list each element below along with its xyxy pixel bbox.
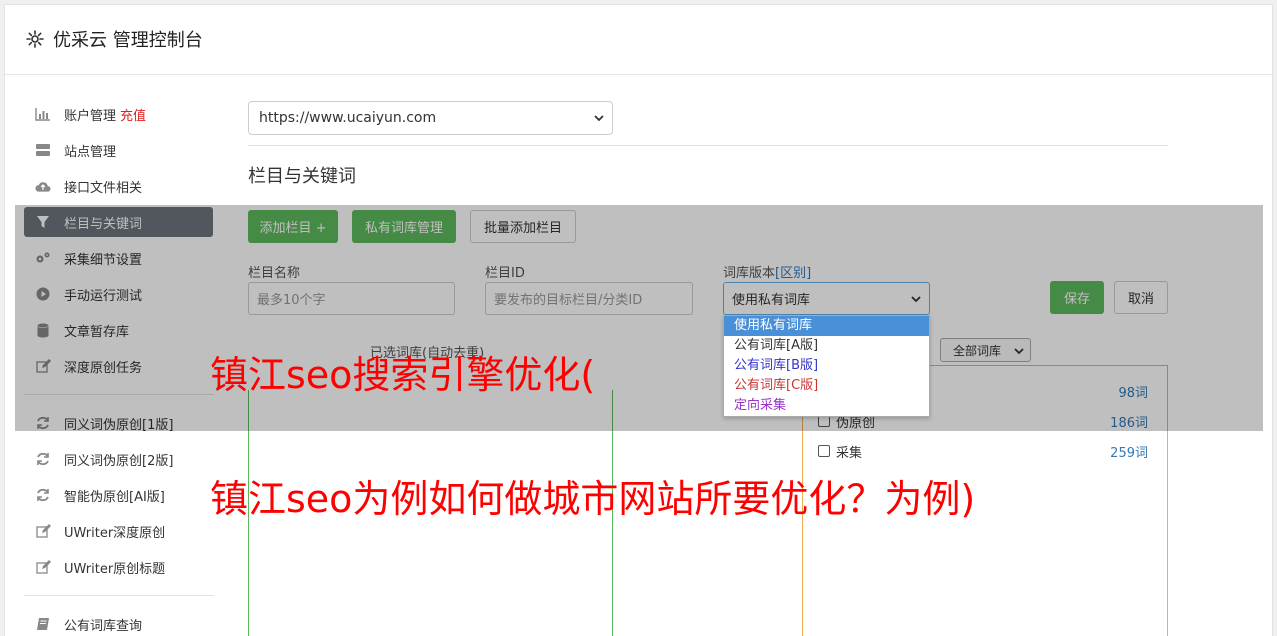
lib-version-dropdown[interactable]: 使用私有词库 公有词库[A版] 公有词库[B版] 公有词库[C版] 定向采集 [723,315,930,417]
headline-line-2: 镇江seo为例如何做城市网站所要优化？为例) [210,477,976,521]
sidebar-item-synonym-v2[interactable]: 同义词伪原创[2版] [24,444,213,474]
site-select-value: https://www.ucaiyun.com [259,110,437,126]
dropdown-option-public-c[interactable]: 公有词库[C版] [724,376,929,396]
recharge-link[interactable]: 充值 [120,105,146,124]
section-divider [248,145,1168,146]
sidebar-item-sites[interactable]: 站点管理 [24,135,213,165]
edit-icon [35,559,51,575]
dropdown-option-public-a[interactable]: 公有词库[A版] [724,336,929,356]
sidebar-item-label: 站点管理 [64,144,117,160]
lib-row[interactable]: 采集 259词 [818,442,1148,462]
section-title: 栏目与关键词 [248,166,356,187]
sidebar-item-public-lib[interactable]: 公有词库查询 [24,609,213,636]
bar-chart-icon [35,106,51,122]
lib-row-name: 采集 [836,446,863,461]
sidebar-item-api-files[interactable]: 接口文件相关 [24,171,213,201]
refresh-icon [35,487,51,503]
sidebar-item-uwriter-deep[interactable]: UWriter深度原创 [24,516,213,546]
sidebar-item-label: 同义词伪原创[2版] [64,453,174,469]
sidebar-item-account[interactable]: 账户管理 充值 [24,99,213,129]
cloud-upload-icon [35,178,51,194]
title-row: 优采云 管理控制台 [25,26,203,52]
site-select[interactable]: https://www.ucaiyun.com [248,101,613,135]
server-icon [35,142,51,158]
chevron-down-icon [594,112,604,128]
sidebar-item-label: UWriter深度原创 [64,525,166,541]
book-icon [35,616,51,632]
sidebar-divider [24,595,214,596]
refresh-icon [35,451,51,467]
dropdown-option-directed[interactable]: 定向采集 [724,396,929,416]
sidebar-item-label: 接口文件相关 [64,180,143,196]
sidebar-item-uwriter-title[interactable]: UWriter原创标题 [24,552,213,582]
edit-icon [35,523,51,539]
gear-icon [25,29,45,49]
overlay-band [15,205,1263,431]
card-header: 优采云 管理控制台 [5,5,1272,75]
page-title: 优采云 管理控制台 [53,30,203,51]
lib-checkbox[interactable] [818,445,830,457]
sidebar-item-label: 智能伪原创[AI版] [64,489,165,505]
headline-line-1: 镇江seo搜索引擎优化( [210,353,596,397]
sidebar-item-ai-original[interactable]: 智能伪原创[AI版] [24,480,213,510]
dropdown-option-private[interactable]: 使用私有词库 [724,316,929,336]
sidebar-item-label: UWriter原创标题 [64,561,166,577]
dropdown-option-public-b[interactable]: 公有词库[B版] [724,356,929,376]
sidebar-item-label: 公有词库查询 [64,618,143,634]
lib-row-count: 259词 [1110,446,1148,461]
sidebar-item-label: 账户管理 [64,108,117,124]
